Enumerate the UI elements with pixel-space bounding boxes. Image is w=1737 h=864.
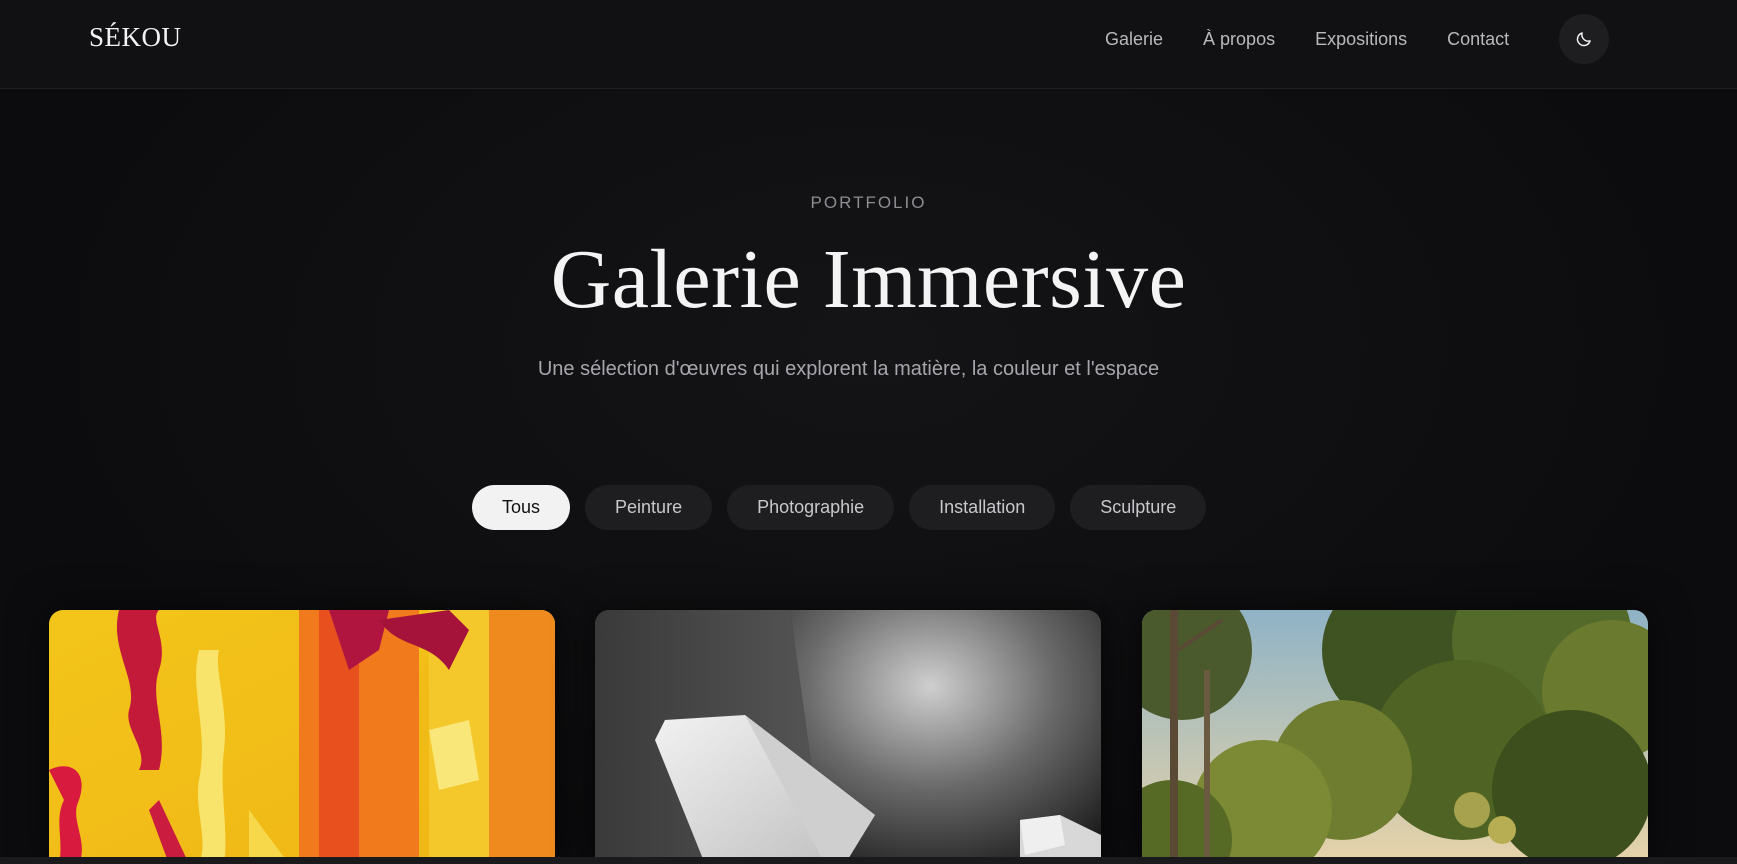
nav-link-galerie[interactable]: Galerie bbox=[1105, 28, 1163, 50]
page-title: Galerie Immersive bbox=[550, 233, 1187, 326]
nav-link-expositions[interactable]: Expositions bbox=[1315, 28, 1407, 50]
site-header: SÉKOU Galerie À propos Expositions Conta… bbox=[0, 0, 1737, 89]
filter-tous[interactable]: Tous bbox=[472, 485, 571, 530]
bottom-scroll-edge bbox=[0, 857, 1737, 864]
hero-subtitle: Une sélection d'œuvres qui explorent la … bbox=[537, 358, 1160, 380]
site-logo[interactable]: SÉKOU bbox=[89, 22, 182, 53]
artwork-card-landscape-painting[interactable] bbox=[1142, 610, 1648, 864]
artwork-image bbox=[1142, 610, 1648, 864]
main-nav: Galerie À propos Expositions Contact bbox=[1105, 28, 1549, 50]
artwork-image bbox=[49, 610, 555, 864]
nav-link-a-propos[interactable]: À propos bbox=[1203, 28, 1275, 50]
artwork-card-abstract-painting[interactable] bbox=[49, 610, 555, 864]
artwork-card-geometric-sculpture[interactable] bbox=[595, 610, 1101, 864]
moon-icon bbox=[1576, 32, 1591, 47]
theme-toggle-button[interactable] bbox=[1559, 14, 1609, 64]
filter-peinture[interactable]: Peinture bbox=[585, 485, 713, 530]
artwork-image bbox=[595, 610, 1101, 864]
filter-photographie[interactable]: Photographie bbox=[727, 485, 895, 530]
filter-sculpture[interactable]: Sculpture bbox=[1070, 485, 1207, 530]
hero-eyebrow: PORTFOLIO bbox=[810, 193, 927, 212]
category-filters: Tous Peinture Photographie Installation … bbox=[472, 485, 1221, 530]
filter-installation[interactable]: Installation bbox=[909, 485, 1056, 530]
nav-link-contact[interactable]: Contact bbox=[1447, 28, 1509, 50]
